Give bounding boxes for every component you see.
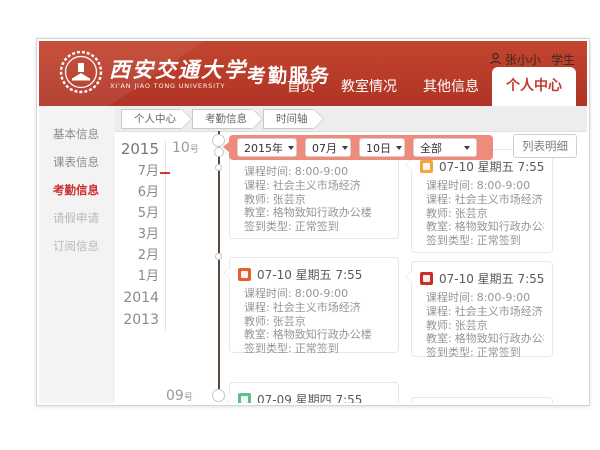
user-role: 学生 bbox=[551, 51, 575, 68]
card-field: 课程:社会主义市场经济 bbox=[244, 179, 390, 193]
day-dropdown[interactable]: 10日 bbox=[359, 138, 405, 157]
app-window: 西安交通大学 XI'AN JIAO TONG UNIVERSITY 考勤服务 张… bbox=[36, 38, 590, 406]
app-viewport: 西安交通大学 XI'AN JIAO TONG UNIVERSITY 考勤服务 张… bbox=[39, 41, 587, 403]
status-icon bbox=[420, 160, 433, 173]
attendance-card: 07-10 星期五 7:55 课程时间:8:00-9:00 课程:社会主义市场经… bbox=[411, 149, 553, 253]
day-marker-10: 10号 bbox=[172, 140, 199, 156]
status-icon bbox=[420, 272, 433, 285]
caret-down-icon bbox=[464, 146, 470, 150]
university-emblem-icon bbox=[59, 50, 103, 94]
sidebar-item[interactable]: 课表信息 bbox=[39, 148, 115, 176]
timeline-year-nav: 2015 7月 6月 5月 3月 2月 1月 2014 2013 bbox=[117, 138, 159, 331]
status-icon bbox=[238, 393, 251, 403]
card-field: 课程时间:8:00-9:00 bbox=[244, 287, 390, 301]
card-field: 教师:张芸京 bbox=[426, 207, 544, 221]
breadcrumb-bar: 个人中心 考勤信息 时间轴 bbox=[115, 106, 587, 132]
card-title: 07-10 星期五 7:55 bbox=[257, 266, 362, 283]
year-nav-axis bbox=[165, 141, 166, 331]
card-field: 课程时间:8:00-9:00 bbox=[426, 179, 544, 193]
card-header: 07-10 星期五 7:55 bbox=[412, 262, 552, 290]
month-dropdown[interactable]: 07月 bbox=[305, 138, 351, 157]
timeline-nav-item[interactable]: 2月 bbox=[117, 245, 159, 266]
card-field: 课程时间:8:00-9:00 bbox=[426, 291, 544, 305]
card-field: 签到类型:正常签到 bbox=[244, 342, 390, 356]
breadcrumb: 个人中心 考勤信息 时间轴 bbox=[121, 109, 324, 129]
card-field: 课程:社会主义市场经济 bbox=[244, 301, 390, 315]
card-header: 07-10 星期五 7:55 bbox=[230, 258, 398, 286]
main-nav: 首页 教室情况 其他信息 个人中心 bbox=[274, 67, 576, 106]
sidebar-item[interactable]: 考勤信息 bbox=[39, 176, 115, 204]
nav-other-info[interactable]: 其他信息 bbox=[410, 68, 492, 106]
nav-home[interactable]: 首页 bbox=[274, 68, 328, 106]
card-field: 教室:格物致知行政办公楼 bbox=[426, 220, 544, 234]
card-field: 课程:社会主义市场经济 bbox=[426, 305, 544, 319]
card-field: 教室:格物致知行政办公楼 bbox=[244, 206, 390, 220]
day-marker-09: 09号 bbox=[166, 388, 193, 403]
attendance-card: 07-10 星期五 7:55 课程时间:8:00-9:00 课程:社会主义市场经… bbox=[411, 261, 553, 357]
sidebar-item[interactable]: 基本信息 bbox=[39, 120, 115, 148]
card-field: 课程:社会主义市场经济 bbox=[426, 193, 544, 207]
attendance-card: 07-09 星期四 7:55 bbox=[229, 382, 399, 403]
type-dropdown[interactable]: 全部 bbox=[413, 138, 477, 157]
timeline-node bbox=[215, 164, 222, 171]
timeline-nav-item[interactable]: 6月 bbox=[117, 182, 159, 203]
timeline-nav-item[interactable]: 2014 bbox=[117, 287, 159, 309]
user-icon bbox=[490, 53, 501, 65]
card-field: 教师:张芸京 bbox=[244, 193, 390, 207]
timeline-nav-item[interactable]: 2013 bbox=[117, 309, 159, 331]
card-field: 签到类型:正常签到 bbox=[244, 220, 390, 234]
timeline-node bbox=[212, 134, 225, 147]
card-field: 签到类型:正常签到 bbox=[426, 346, 544, 360]
user-name: 张小小 bbox=[505, 51, 541, 68]
selected-month-tick bbox=[160, 172, 170, 174]
card-title: 07-10 星期五 7:55 bbox=[439, 158, 544, 175]
card-field: 教师:张芸京 bbox=[244, 315, 390, 329]
timeline-node bbox=[212, 389, 225, 402]
sidebar-item[interactable]: 订阅信息 bbox=[39, 232, 115, 260]
status-icon bbox=[238, 268, 251, 281]
timeline-nav-item[interactable]: 1月 bbox=[117, 266, 159, 287]
card-field: 教室:格物致知行政办公楼 bbox=[426, 332, 544, 346]
breadcrumb-item[interactable]: 个人中心 bbox=[121, 109, 182, 129]
timeline-nav-item[interactable]: 2015 bbox=[117, 138, 159, 161]
card-field: 教师:张芸京 bbox=[426, 319, 544, 333]
card-field: 教室:格物致知行政办公楼 bbox=[244, 328, 390, 342]
page-background: 西安交通大学 XI'AN JIAO TONG UNIVERSITY 考勤服务 张… bbox=[0, 0, 600, 450]
filter-bar: 2015年 07月 10日 全部 bbox=[229, 135, 493, 160]
timeline-node bbox=[214, 147, 224, 157]
timeline-node bbox=[215, 253, 222, 260]
year-dropdown[interactable]: 2015年 bbox=[237, 138, 297, 157]
sidebar: 基本信息 课表信息 考勤信息 请假申请 订阅信息 bbox=[39, 106, 115, 403]
caret-down-icon bbox=[396, 146, 402, 150]
attendance-card bbox=[411, 397, 553, 403]
card-title: 07-09 星期四 7:55 bbox=[257, 391, 362, 403]
card-field: 课程时间:8:00-9:00 bbox=[244, 165, 390, 179]
sidebar-item[interactable]: 请假申请 bbox=[39, 204, 115, 232]
user-info[interactable]: 张小小 学生 bbox=[490, 51, 575, 67]
list-detail-button[interactable]: 列表明细 bbox=[513, 134, 577, 158]
university-name-en: XI'AN JIAO TONG UNIVERSITY bbox=[110, 82, 225, 90]
attendance-card: 07-10 星期五 7:55 课程时间:8:00-9:00 课程:社会主义市场经… bbox=[229, 257, 399, 353]
app-header: 西安交通大学 XI'AN JIAO TONG UNIVERSITY 考勤服务 张… bbox=[39, 41, 587, 106]
timeline-nav-item[interactable]: 3月 bbox=[117, 224, 159, 245]
nav-classrooms[interactable]: 教室情况 bbox=[328, 68, 410, 106]
caret-down-icon bbox=[342, 146, 348, 150]
timeline-nav-item[interactable]: 5月 bbox=[117, 203, 159, 224]
university-name-cn: 西安交通大学 bbox=[109, 54, 247, 84]
timeline-axis bbox=[218, 131, 220, 399]
timeline-nav-item[interactable]: 7月 bbox=[117, 161, 159, 182]
breadcrumb-item[interactable]: 时间轴 bbox=[263, 109, 314, 129]
breadcrumb-item[interactable]: 考勤信息 bbox=[192, 109, 253, 129]
caret-down-icon bbox=[288, 146, 294, 150]
card-title: 07-10 星期五 7:55 bbox=[439, 270, 544, 287]
card-field: 签到类型:正常签到 bbox=[426, 234, 544, 248]
card-header: 07-09 星期四 7:55 bbox=[230, 383, 398, 403]
nav-personal-center[interactable]: 个人中心 bbox=[492, 67, 576, 106]
